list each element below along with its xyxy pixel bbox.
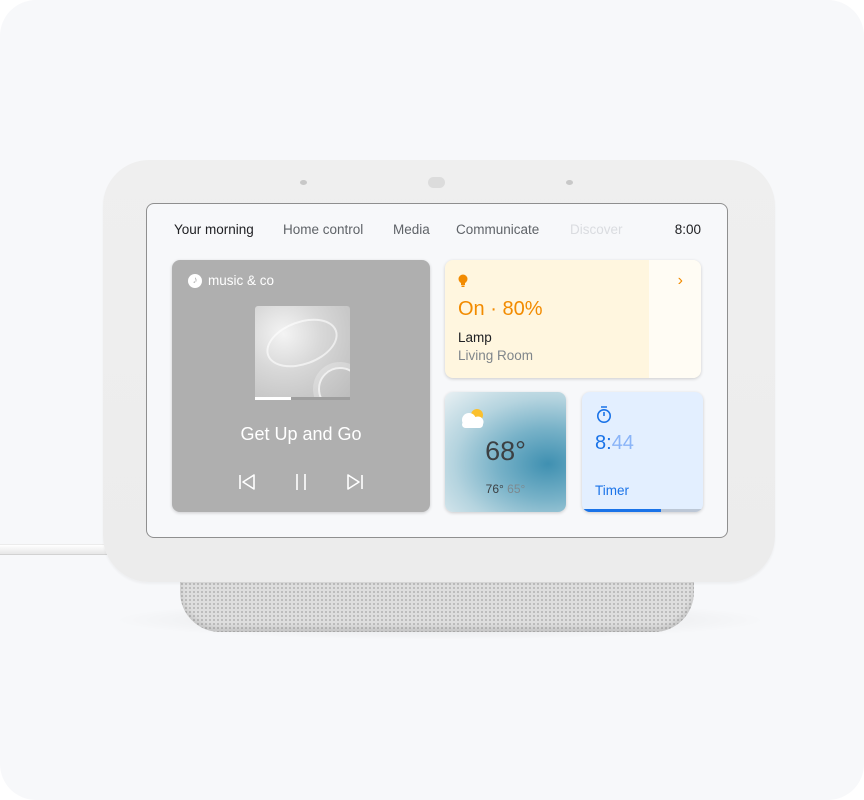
tab-home-control[interactable]: Home control <box>283 222 363 237</box>
timer-minutes: 8: <box>595 432 612 454</box>
media-progress-bar <box>255 397 350 400</box>
timer-remaining: 8:44 <box>595 432 634 455</box>
skip-previous-icon[interactable] <box>235 470 259 494</box>
weather-card[interactable]: 68° 76° 65° <box>445 392 566 512</box>
current-temperature: 68° <box>485 436 526 466</box>
clock: 8:00 <box>674 222 701 237</box>
music-note-icon: ♪ <box>188 273 202 288</box>
tab-your-morning[interactable]: Your morning <box>174 222 254 237</box>
skip-next-icon[interactable] <box>343 470 367 494</box>
tab-media[interactable]: Media <box>393 222 430 237</box>
stopwatch-icon <box>597 406 611 423</box>
timer-card[interactable]: 8:44 Timer <box>582 392 703 512</box>
media-source-label: music & co <box>208 273 275 288</box>
lightbulb-icon <box>458 274 468 287</box>
lamp-room: Living Room <box>458 348 534 363</box>
tab-communicate[interactable]: Communicate <box>456 222 539 237</box>
pause-icon[interactable] <box>289 470 313 494</box>
power-cable <box>0 544 110 555</box>
media-controls <box>172 470 430 494</box>
high-low-temperature: 76° 65° <box>445 482 566 496</box>
lamp-state: On · 80% <box>458 298 543 320</box>
timer-progress-bar <box>582 509 703 512</box>
device-screen: Your morning Home control Media Communic… <box>146 203 728 538</box>
song-title: Get Up and Go <box>240 424 362 444</box>
timer-seconds: 44 <box>611 432 634 454</box>
media-source: ♪ music & co <box>188 273 274 288</box>
lamp-name: Lamp <box>458 330 492 345</box>
ambient-sensor-right <box>566 180 573 185</box>
chevron-right-icon[interactable]: › <box>678 272 683 290</box>
top-nav: Your morning Home control Media Communic… <box>147 222 727 242</box>
media-progress-fill <box>255 397 292 400</box>
sensor-window <box>428 177 445 188</box>
media-card[interactable]: ♪ music & co Get Up and Go <box>172 260 430 512</box>
high-temperature: 76° <box>485 482 504 496</box>
partly-cloudy-icon <box>462 409 484 428</box>
lamp-card[interactable]: › On · 80% Lamp Living Room <box>445 260 701 378</box>
album-art <box>255 306 350 399</box>
ambient-sensor-left <box>300 180 307 185</box>
low-temperature: 65° <box>507 482 526 496</box>
timer-progress-fill <box>582 509 661 512</box>
tab-discover[interactable]: Discover <box>570 222 623 237</box>
timer-label: Timer <box>595 483 629 498</box>
lamp-card-side <box>649 260 701 378</box>
